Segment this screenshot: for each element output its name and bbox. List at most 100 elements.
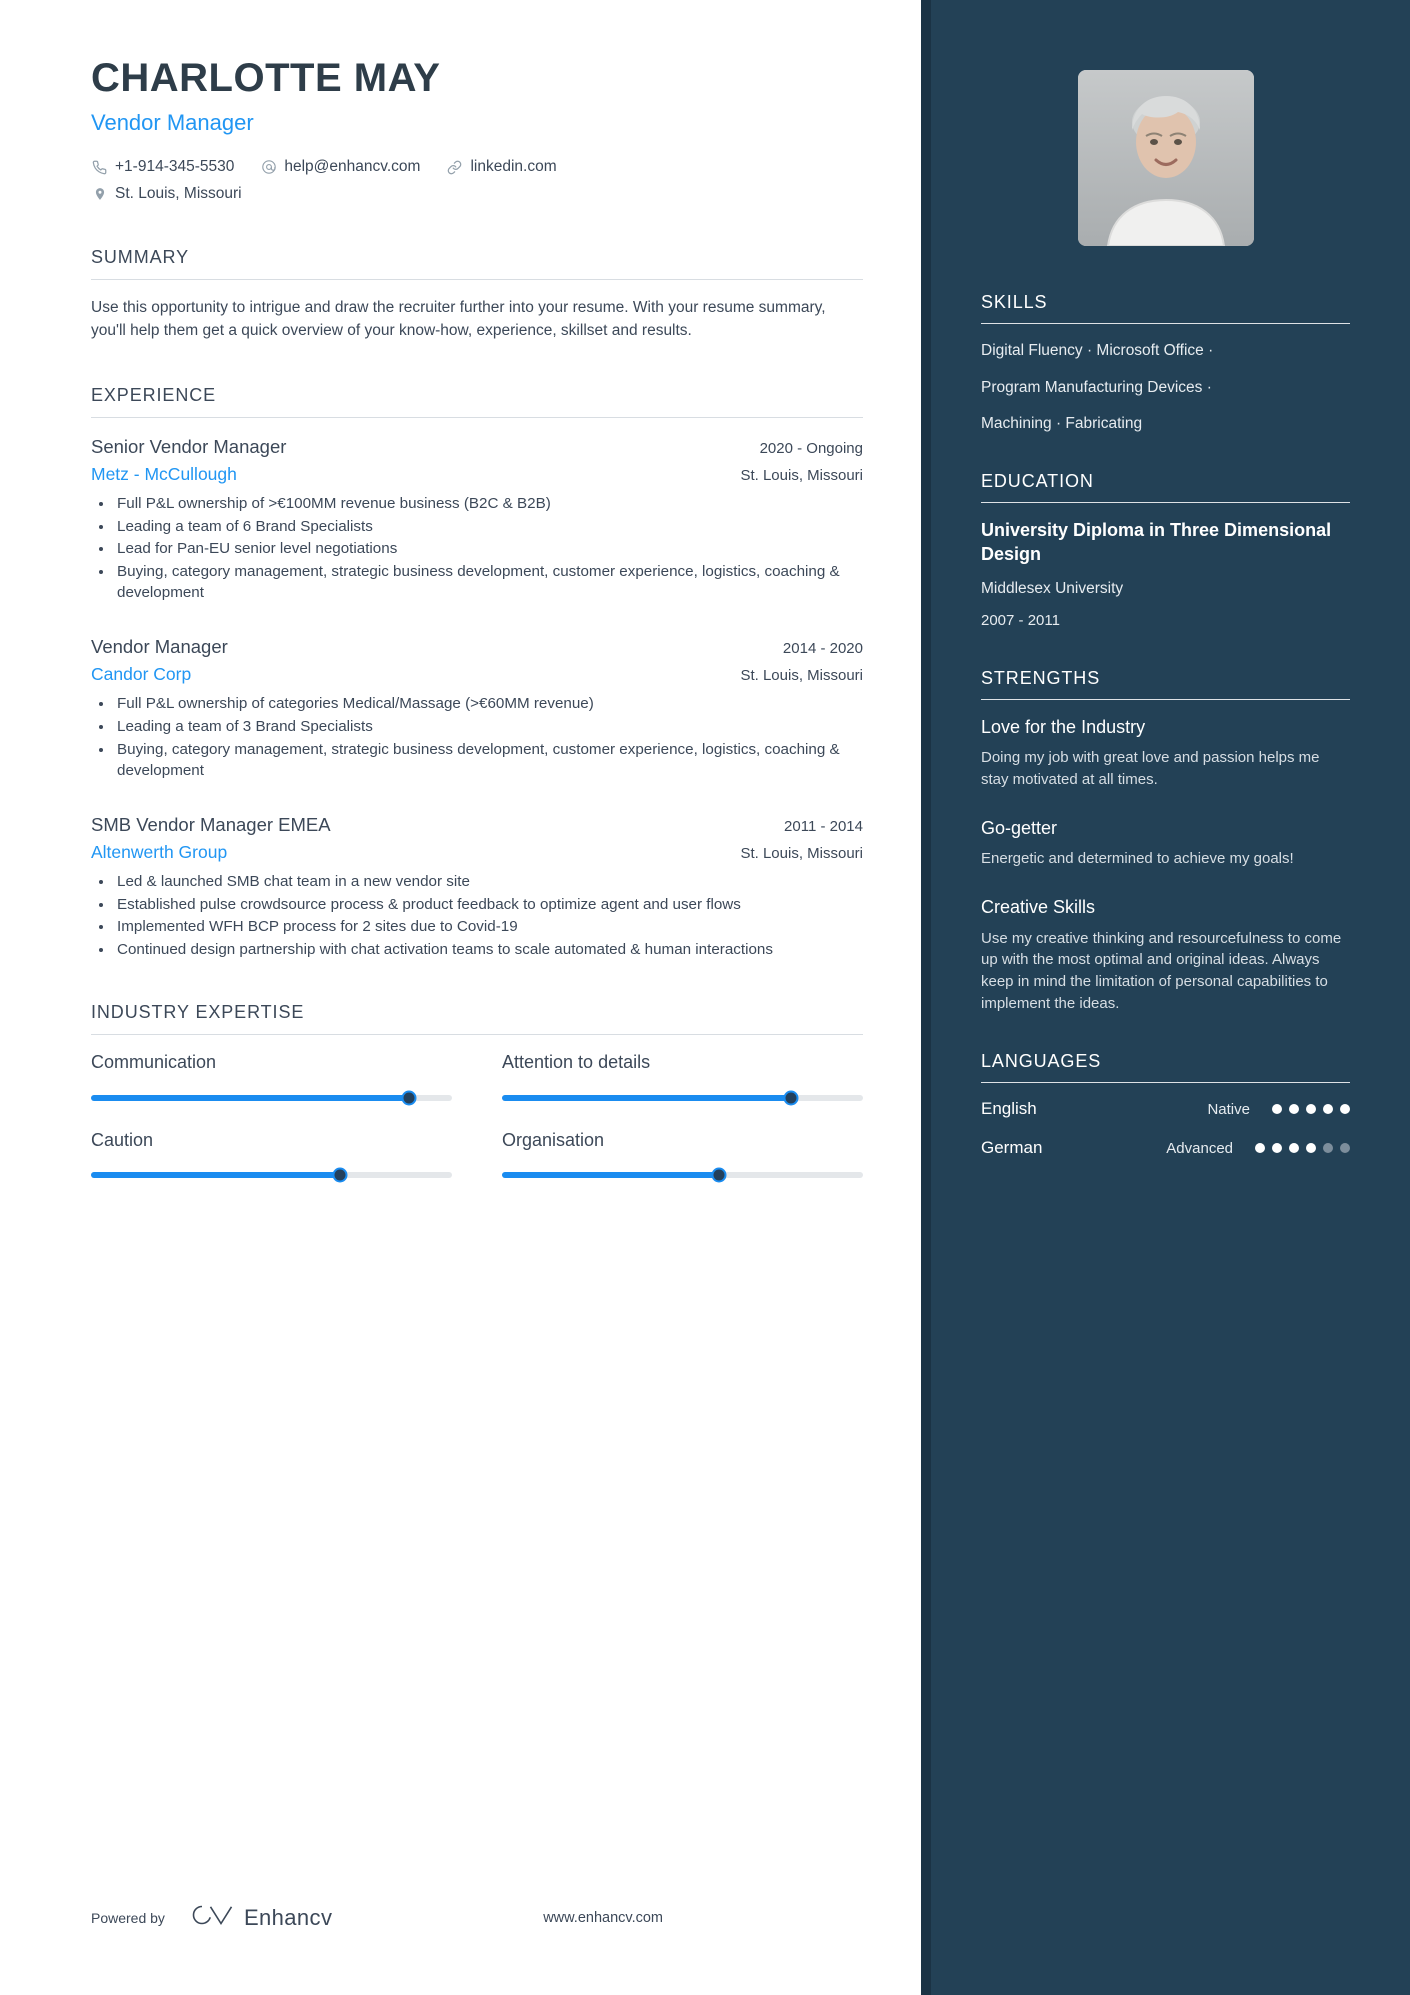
strength-name: Go-getter [981,817,1058,838]
experience-subheader-row: Candor Corp St. Louis, Missouri [91,662,863,687]
rating-dot [1340,1104,1350,1115]
experience-header-row: Senior Vendor Manager 2020 - Ongoing [91,434,863,461]
experience-header-row: SMB Vendor Manager EMEA 2011 - 2014 [91,812,863,839]
expertise-item: Attention to details [502,1051,863,1106]
enhancv-logo-icon [191,1902,235,1933]
section-industry-expertise: INDUSTRY EXPERTISE Communication Attenti… [91,1002,863,1183]
avatar-illustration [1077,70,1254,246]
phone-icon [91,159,108,176]
slider-knob[interactable] [711,1167,727,1183]
experience-location: St. Louis, Missouri [740,666,863,684]
experience-role: SMB Vendor Manager EMEA [91,813,331,835]
education-divider [981,502,1350,504]
experience-dates: 2011 - 2014 [784,817,863,835]
experience-bullet-list: Full P&L ownership of categories Medical… [91,693,863,781]
experience-company[interactable]: Altenwerth Group [91,840,227,865]
job-title: Vendor Manager [91,110,254,135]
experience-company[interactable]: Candor Corp [91,662,191,687]
footer-powered-by-label: Powered by [91,1909,165,1926]
experience-bullet-list: Full P&L ownership of >€100MM revenue bu… [91,493,863,604]
rating-dot [1323,1104,1333,1115]
contact-linkedin[interactable]: linkedin.com [446,156,557,178]
slider-knob[interactable] [332,1167,348,1183]
contact-phone-text: +1-914-345-5530 [115,158,235,176]
experience-location: St. Louis, Missouri [740,466,863,484]
languages-section-title: LANGUAGES [981,1051,1102,1072]
contact-location-text: St. Louis, Missouri [115,185,242,203]
experience-location: St. Louis, Missouri [740,844,863,862]
section-experience: EXPERIENCE Senior Vendor Manager 2020 - … [91,385,863,960]
contact-line-location: St. Louis, Missouri [91,183,863,205]
sidebar-section-education: EDUCATION University Diploma in Three Di… [981,471,1350,632]
experience-header-row: Vendor Manager 2014 - 2020 [91,634,863,661]
experience-company[interactable]: Metz - McCullough [91,462,237,487]
skills-line: Program Manufacturing Devices · [981,378,1212,396]
strength-item: Go-getter Energetic and determined to ac… [981,817,1350,870]
contact-phone[interactable]: +1-914-345-5530 [91,156,234,178]
experience-bullet: Implemented WFH BCP process for 2 sites … [91,916,863,938]
footer-url[interactable]: www.enhancv.com [543,1910,663,1926]
experience-bullet: Leading a team of 6 Brand Specialists [91,516,863,538]
experience-bullet: Leading a team of 3 Brand Specialists [91,716,863,738]
expertise-label: Communication [91,1052,217,1073]
skills-line: Machining · Fabricating [981,415,1143,433]
expertise-label: Organisation [502,1129,605,1150]
experience-bullet: Lead for Pan-EU senior level negotiation… [91,538,863,560]
strength-item: Love for the Industry Doing my job with … [981,716,1350,791]
expertise-item: Communication [91,1051,452,1106]
experience-entry: SMB Vendor Manager EMEA 2011 - 2014 Alte… [91,812,863,961]
footer-brand-name: Enhancv [243,1904,333,1930]
experience-role: Senior Vendor Manager [91,435,287,457]
expertise-item: Caution [91,1129,452,1183]
sidebar-accent-stripe [921,0,931,1995]
footer: Powered by Enhancv www.enhancv.com [91,1902,863,1933]
industry-expertise-section-title: INDUSTRY EXPERTISE [91,1002,305,1023]
sidebar: SKILLS Digital Fluency · Microsoft Offic… [921,0,1410,1995]
strength-name: Creative Skills [981,897,1096,918]
main-column: CHARLOTTE MAY Vendor Manager +1-914-345-… [0,0,921,1995]
experience-bullet: Buying, category management, strategic b… [91,739,863,782]
experience-bullet: Buying, category management, strategic b… [91,561,863,604]
expertise-slider[interactable] [502,1090,863,1106]
experience-bullet: Full P&L ownership of categories Medical… [91,693,863,715]
expertise-slider[interactable] [91,1167,452,1183]
language-name: English [981,1099,1037,1119]
education-section-title: EDUCATION [981,471,1094,492]
contact-linkedin-text: linkedin.com [470,158,557,176]
language-row: English Native [981,1099,1350,1119]
languages-divider [981,1082,1350,1084]
education-school: Middlesex University [981,579,1124,597]
slider-fill [502,1094,791,1101]
summary-divider [91,278,863,280]
rating-dot [1306,1143,1316,1154]
page-title: CHARLOTTE MAY [91,56,441,100]
expertise-grid: Communication Attention to details Cauti… [91,1051,863,1183]
expertise-label: Caution [91,1129,154,1150]
sidebar-section-skills: SKILLS Digital Fluency · Microsoft Offic… [981,292,1350,435]
strength-description: Energetic and determined to achieve my g… [981,850,1294,868]
expertise-slider[interactable] [502,1167,863,1183]
sidebar-section-languages: LANGUAGES English Native German Advanced [981,1051,1350,1158]
contact-line-primary: +1-914-345-5530 help@enhancv.com linkedi… [91,156,863,178]
contact-email[interactable]: help@enhancv.com [260,156,420,178]
expertise-slider[interactable] [91,1090,452,1106]
rating-dot [1323,1143,1333,1154]
skills-list: Digital Fluency · Microsoft Office · Pro… [981,340,1350,435]
experience-dates: 2020 - Ongoing [759,439,863,457]
skills-divider [981,323,1350,324]
experience-bullet: Full P&L ownership of >€100MM revenue bu… [91,493,863,515]
skills-line: Digital Fluency · Microsoft Office · [981,342,1214,359]
language-level: Native [1207,1100,1250,1118]
experience-bullet: Continued design partnership with chat a… [91,939,863,961]
sidebar-section-strengths: STRENGTHS Love for the Industry Doing my… [981,668,1350,1015]
experience-divider [91,416,863,418]
footer-logo: Enhancv [191,1902,332,1933]
avatar [1077,70,1254,246]
expertise-label: Attention to details [502,1052,651,1073]
slider-knob[interactable] [783,1090,799,1106]
slider-fill [502,1172,719,1179]
strength-description: Doing my job with great love and passion… [981,749,1320,789]
rating-dot [1255,1143,1265,1154]
experience-bullet: Led & launched SMB chat team in a new ve… [91,871,863,893]
slider-knob[interactable] [401,1090,417,1106]
